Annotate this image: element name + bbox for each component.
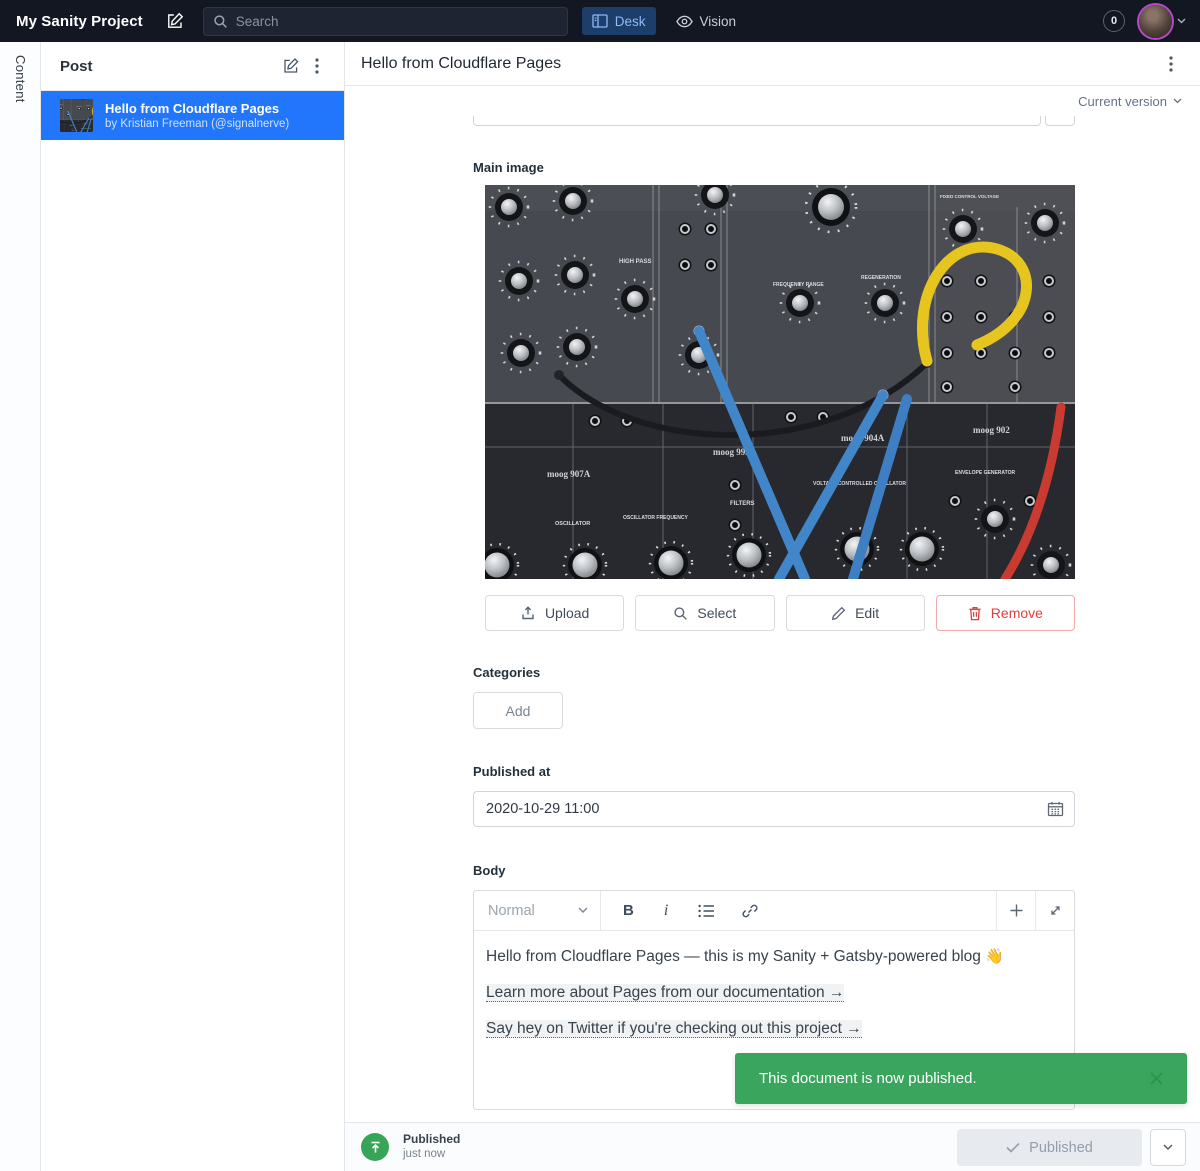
chevron-down-icon — [578, 907, 588, 914]
document-title: Hello from Cloudflare Pages — [361, 55, 1158, 73]
published-status-icon — [361, 1133, 389, 1161]
body-paragraph: Say hey on Twitter if you're checking ou… — [486, 1019, 1062, 1038]
search-input[interactable] — [236, 14, 536, 29]
rail-tab-content[interactable]: Content — [13, 55, 28, 103]
insert-block-button[interactable] — [996, 891, 1035, 930]
main-image-photo[interactable] — [485, 185, 1075, 579]
slug-generate-button[interactable] — [1045, 116, 1075, 126]
tab-vision[interactable]: Vision — [666, 7, 747, 35]
published-at-input[interactable] — [486, 801, 1047, 817]
post-thumbnail — [60, 99, 93, 132]
notifications-badge[interactable]: 0 — [1103, 10, 1125, 32]
edit-button[interactable]: Edit — [786, 595, 925, 631]
publish-status-time: just now — [403, 1147, 460, 1161]
post-subtitle: by Kristian Freeman (@signalnerve) — [105, 117, 289, 131]
field-label: Body — [473, 863, 1075, 878]
eye-icon — [676, 15, 693, 28]
publish-button-label: Published — [1029, 1140, 1093, 1156]
tab-vision-label: Vision — [700, 14, 737, 29]
calendar-icon[interactable] — [1047, 801, 1064, 817]
project-title: My Sanity Project — [16, 13, 143, 30]
pane-menu-icon[interactable] — [304, 53, 330, 79]
field-label: Published at — [473, 764, 1075, 779]
upload-button[interactable]: Upload — [485, 595, 624, 631]
document-pane: Hello from Cloudflare Pages Current vers… — [345, 42, 1200, 1171]
editor-toolbar: Normal B i — [474, 891, 1074, 931]
upload-label: Upload — [545, 605, 589, 621]
document-scroll-area: Main image Upload Selec — [345, 116, 1200, 1122]
remove-label: Remove — [991, 605, 1043, 621]
editor-content[interactable]: Hello from Cloudflare Pages — this is my… — [474, 931, 1074, 1071]
check-icon — [1006, 1142, 1020, 1153]
published-at-field: Published at — [473, 764, 1075, 827]
list-item-post[interactable]: Hello from Cloudflare Pages by Kristian … — [41, 91, 344, 140]
image-actions: Upload Select Edit — [485, 595, 1075, 631]
post-list-pane: Post Hello from Cloudflare Pages by Kris… — [41, 42, 345, 1171]
twitter-link[interactable]: Say hey on Twitter if you're checking ou… — [486, 1020, 862, 1038]
post-title: Hello from Cloudflare Pages — [105, 101, 289, 117]
expand-icon — [1049, 904, 1062, 917]
compose-icon[interactable] — [165, 11, 185, 31]
publish-button[interactable]: Published — [957, 1129, 1142, 1166]
avatar[interactable] — [1139, 5, 1172, 38]
pane-title: Post — [60, 58, 278, 75]
select-label: Select — [697, 605, 736, 621]
chevron-down-icon[interactable] — [1177, 18, 1186, 24]
version-selector[interactable]: Current version — [1078, 94, 1182, 109]
style-selector[interactable]: Normal — [474, 891, 601, 930]
edit-label: Edit — [855, 605, 879, 621]
field-label: Main image — [473, 160, 1075, 175]
document-header: Hello from Cloudflare Pages — [345, 42, 1200, 86]
format-buttons: B i — [601, 891, 996, 930]
search-box — [203, 7, 568, 36]
categories-field: Categories Add — [473, 665, 1075, 729]
main-image-field: Main image Upload Selec — [473, 160, 1075, 631]
version-label: Current version — [1078, 94, 1167, 109]
bullet-list-icon[interactable] — [698, 904, 715, 918]
desk-icon — [592, 14, 608, 28]
top-bar: My Sanity Project Desk Vision 0 — [0, 0, 1200, 42]
slug-input[interactable] — [473, 116, 1041, 126]
upload-icon — [520, 605, 536, 621]
post-list-header: Post — [41, 42, 344, 91]
chevron-down-icon — [1173, 98, 1182, 104]
close-icon[interactable] — [1145, 1068, 1167, 1090]
add-category-button[interactable]: Add — [473, 692, 563, 729]
publish-status: Published just now — [403, 1132, 460, 1161]
body-paragraph: Learn more about Pages from our document… — [486, 983, 1062, 1002]
pencil-icon — [831, 606, 846, 621]
link-icon[interactable] — [742, 903, 758, 919]
search-icon — [213, 14, 228, 29]
publish-status-label: Published — [403, 1132, 460, 1147]
published-at-input-row — [473, 791, 1075, 827]
chevron-down-icon — [1163, 1144, 1173, 1151]
document-menu-icon[interactable] — [1158, 51, 1184, 77]
plus-icon — [1010, 904, 1023, 917]
body-paragraph: Hello from Cloudflare Pages — this is my… — [486, 947, 1062, 966]
publish-menu-button[interactable] — [1150, 1129, 1186, 1166]
new-document-icon[interactable] — [278, 53, 304, 79]
remove-button[interactable]: Remove — [936, 595, 1075, 631]
select-button[interactable]: Select — [635, 595, 774, 631]
document-footer: Published just now Published — [345, 1122, 1200, 1171]
toast-published: This document is now published. — [735, 1053, 1187, 1104]
magnifier-icon — [673, 606, 688, 621]
version-row: Current version — [345, 86, 1200, 116]
field-label: Categories — [473, 665, 1075, 680]
post-meta: Hello from Cloudflare Pages by Kristian … — [105, 101, 289, 131]
italic-button[interactable]: i — [661, 902, 671, 920]
documentation-link[interactable]: Learn more about Pages from our document… — [486, 984, 844, 1002]
toast-message: This document is now published. — [759, 1070, 1145, 1087]
tab-desk[interactable]: Desk — [582, 7, 656, 35]
trash-icon — [968, 606, 982, 621]
style-selector-value: Normal — [488, 903, 578, 919]
fullscreen-button[interactable] — [1035, 891, 1074, 930]
slug-field-row — [473, 116, 1075, 126]
waving-hand-emoji: 👋 — [985, 948, 1004, 965]
content-rail: Content — [0, 42, 41, 1171]
tab-desk-label: Desk — [615, 14, 646, 29]
bold-button[interactable]: B — [623, 902, 634, 919]
